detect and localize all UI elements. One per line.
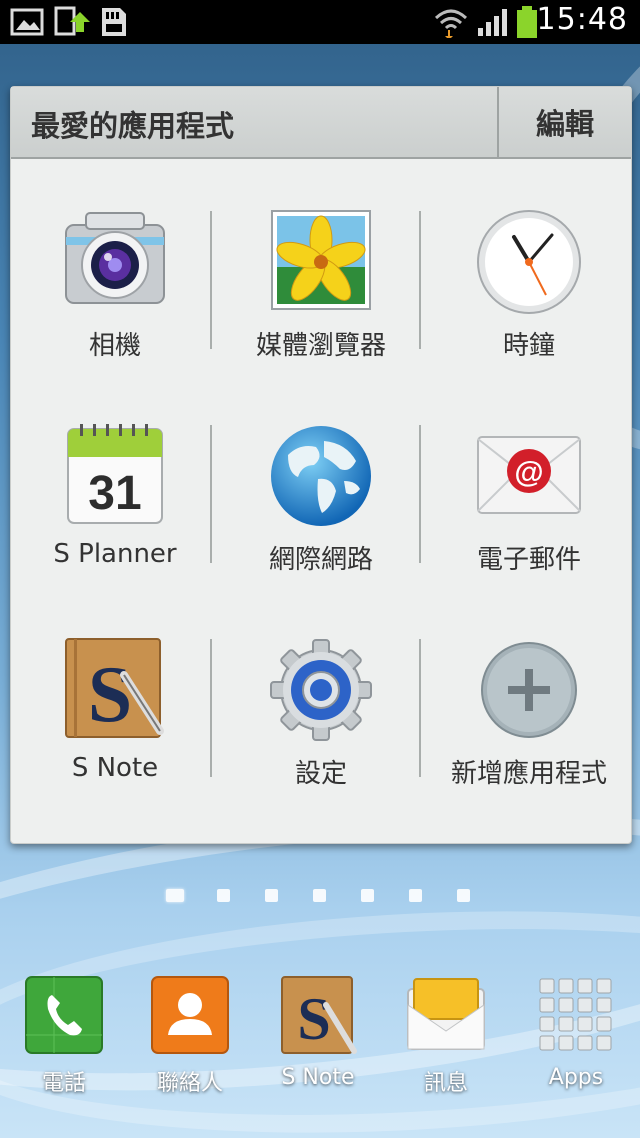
gallery-icon	[10, 8, 44, 36]
app-camera[interactable]: 相機	[11, 207, 219, 407]
apps-grid-icon	[539, 978, 612, 1051]
dock-phone[interactable]: 電話	[4, 975, 124, 1105]
app-s-planner[interactable]: 31 S Planner	[11, 421, 219, 621]
dock-label: 聯絡人	[156, 1071, 223, 1096]
page-dot[interactable]	[361, 889, 374, 902]
settings-gear-icon	[270, 639, 372, 741]
app-label: 新增應用程式	[450, 759, 607, 789]
app-label: 媒體瀏覽器	[255, 331, 386, 361]
svg-text:@: @	[514, 456, 543, 489]
folder-header: 最愛的應用程式 編輯	[11, 87, 631, 159]
dock-label: 電話	[41, 1071, 86, 1096]
s-note-icon: S	[281, 976, 357, 1054]
page-dot[interactable]	[265, 889, 278, 902]
calendar-icon: 31	[67, 424, 163, 524]
svg-text:S: S	[297, 986, 330, 1052]
app-clock[interactable]: 時鐘	[425, 207, 633, 407]
app-label: 時鐘	[502, 331, 555, 361]
edit-button[interactable]: 編輯	[499, 87, 631, 157]
svg-text:S: S	[88, 651, 133, 739]
dock-s-note[interactable]: S S Note	[258, 975, 378, 1105]
status-bar: 15:48	[0, 0, 640, 44]
sd-card-icon	[102, 8, 126, 36]
app-label: S Planner	[53, 539, 177, 569]
signal-icon	[478, 9, 507, 36]
app-label: 網際網路	[268, 545, 373, 575]
app-email[interactable]: @ 電子郵件	[425, 421, 633, 621]
phone-icon	[25, 976, 103, 1054]
app-label: 電子郵件	[476, 545, 581, 575]
clock-icon	[477, 210, 581, 314]
camera-icon	[65, 212, 165, 304]
app-label: 設定	[294, 759, 347, 789]
svg-text:31: 31	[88, 467, 141, 520]
app-s-note[interactable]: S S Note	[11, 635, 219, 835]
dock-label: S Note	[281, 1065, 355, 1090]
app-settings[interactable]: 設定	[217, 635, 425, 835]
add-app-icon	[481, 642, 577, 738]
sync-upload-icon	[54, 6, 90, 36]
app-label: S Note	[71, 753, 159, 783]
s-note-icon: S	[65, 638, 164, 739]
app-internet[interactable]: 網際網路	[217, 421, 425, 621]
app-label: 相機	[88, 331, 141, 361]
page-dot[interactable]	[313, 889, 326, 902]
add-app-button[interactable]: 新增應用程式	[425, 635, 633, 835]
battery-icon	[517, 6, 537, 38]
globe-icon	[271, 426, 371, 526]
folder-title[interactable]: 最愛的應用程式	[31, 103, 234, 145]
status-clock: 15:48	[536, 2, 628, 37]
gallery-flower-icon	[271, 210, 371, 310]
page-dot-active[interactable]	[166, 889, 184, 902]
dock-messages[interactable]: 訊息	[386, 975, 506, 1105]
page-dot[interactable]	[217, 889, 230, 902]
contacts-icon	[151, 976, 229, 1054]
messages-icon	[407, 978, 485, 1050]
app-media-browser[interactable]: 媒體瀏覽器	[217, 207, 425, 407]
dock-label: Apps	[548, 1065, 604, 1090]
dock-label: 訊息	[423, 1071, 468, 1096]
favorites-folder: 最愛的應用程式 編輯 相機 媒體瀏覽器 時鐘 31 S Planner 網際網路…	[10, 86, 632, 844]
dock-apps[interactable]: Apps	[516, 975, 636, 1105]
dock-contacts[interactable]: 聯絡人	[130, 975, 250, 1105]
email-icon: @	[477, 436, 581, 514]
wifi-icon	[434, 9, 468, 38]
page-dot[interactable]	[409, 889, 422, 902]
page-dot[interactable]	[457, 889, 470, 902]
